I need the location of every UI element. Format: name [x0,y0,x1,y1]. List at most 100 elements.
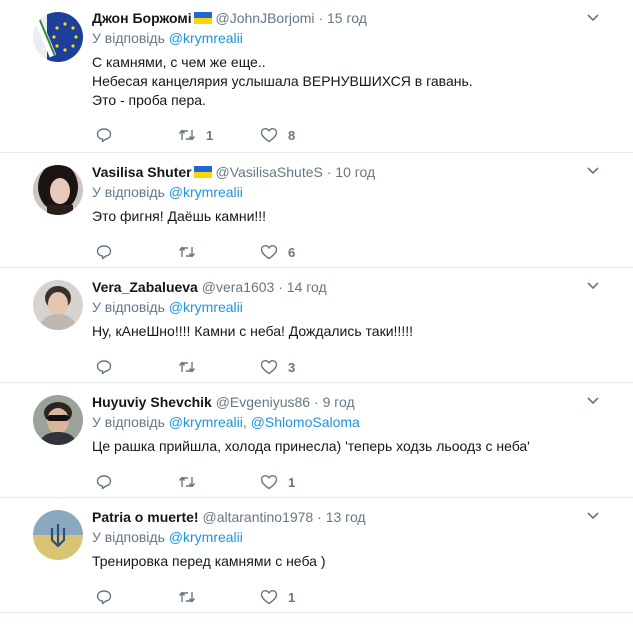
avatar[interactable] [33,395,83,445]
reply-context: У відповідь @krymrealii [92,299,243,315]
tweet-text: Это фигня! Даёшь камни!!! [92,208,267,224]
like-button[interactable]: 3 [260,359,342,375]
username[interactable]: @VasilisaShuteS [216,164,323,180]
retweet-button[interactable]: 1 [178,127,260,143]
tweet-content: Huyuviy Shevchik @Evgeniyus86 · 9 год У … [92,393,613,456]
tweet[interactable]: Джон Боржомі @JohnJBorjomi · 15 год У ві… [0,0,633,153]
reply-context: У відповідь @krymrealii, @ShlomoSaloma [92,414,360,430]
like-button[interactable]: 6 [260,244,342,260]
reply-context: У відповідь @krymrealii [92,30,243,46]
mention-link[interactable]: @krymrealii [169,299,243,315]
heart-icon [260,245,278,260]
display-name[interactable]: Huyuviy Shevchik [92,394,212,410]
like-button[interactable]: 8 [260,127,342,143]
retweet-icon [178,129,196,141]
tweet[interactable]: Vera_Zabalueva @vera1603 · 14 год У відп… [0,268,633,383]
reply-button[interactable] [96,474,178,490]
chevron-down-icon[interactable] [587,512,599,520]
tweet-text: Тренировка перед камнями с неба ) [92,553,326,569]
like-button[interactable]: 1 [260,589,342,605]
retweet-icon [178,591,196,603]
tweet-actions: 1 [96,474,342,490]
timestamp[interactable]: 15 год [327,10,367,26]
reply-icon [96,475,112,490]
avatar[interactable] [33,510,83,560]
heart-icon [260,127,278,143]
retweet-count: 1 [206,127,214,143]
timestamp[interactable]: 13 год [326,509,366,525]
chevron-down-icon[interactable] [587,167,599,175]
reply-icon [96,128,112,143]
timestamp[interactable]: 9 год [323,394,355,410]
reply-button[interactable] [96,589,178,605]
reply-button[interactable] [96,127,178,143]
avatar[interactable] [33,280,83,330]
tweet-content: Vasilisa Shuter @VasilisaShuteS · 10 год… [92,163,613,226]
avatar[interactable] [33,12,83,62]
username[interactable]: @Evgeniyus86 [216,394,310,410]
ukraine-flag-icon [193,166,212,178]
like-count: 6 [288,244,296,260]
tweet[interactable]: Vasilisa Shuter @VasilisaShuteS · 10 год… [0,153,633,268]
username[interactable]: @JohnJBorjomi [216,10,315,26]
mention-link[interactable]: @krymrealii [169,414,243,430]
retweet-icon [178,476,196,488]
reply-context: У відповідь @krymrealii [92,529,243,545]
tweet[interactable]: Huyuviy Shevchik @Evgeniyus86 · 9 год У … [0,383,633,498]
reply-icon [96,245,112,260]
retweet-button[interactable] [178,589,260,605]
reply-icon [96,360,112,375]
retweet-icon [178,246,196,258]
reply-button[interactable] [96,359,178,375]
like-button[interactable]: 1 [260,474,342,490]
tweet-header: Huyuviy Shevchik @Evgeniyus86 · 9 год [92,394,355,410]
mention-link[interactable]: @krymrealii [169,30,243,46]
like-count: 1 [288,589,296,605]
timestamp[interactable]: 14 год [287,279,327,295]
tweet[interactable]: Patria o muerte! @altarantino1978 · 13 г… [0,498,633,613]
timestamp[interactable]: 10 год [335,164,375,180]
tweet-text: Це рашка прийшла, холода принесла) 'тепе… [92,438,530,454]
heart-icon [260,360,278,375]
tweet-text: Ну, кАнеШно!!!! Камни с неба! Дождались … [92,323,413,339]
tweet-header: Vasilisa Shuter @VasilisaShuteS · 10 год [92,164,376,180]
tweet-header: Vera_Zabalueva @vera1603 · 14 год [92,279,327,295]
heart-icon [260,590,278,605]
mention-link[interactable]: @ShlomoSaloma [251,414,360,430]
like-count: 1 [288,474,296,490]
username[interactable]: @vera1603 [202,279,275,295]
retweet-icon [178,361,196,373]
retweet-button[interactable] [178,359,260,375]
tweet-header: Джон Боржомі @JohnJBorjomi · 15 год [92,10,367,26]
tweet-list: Джон Боржомі @JohnJBorjomi · 15 год У ві… [0,0,633,613]
username[interactable]: @altarantino1978 [202,509,313,525]
tweet-content: Джон Боржомі @JohnJBorjomi · 15 год У ві… [92,9,613,110]
tweet-content: Patria o muerte! @altarantino1978 · 13 г… [92,508,613,571]
tweet-actions: 1 [96,589,342,605]
display-name[interactable]: Джон Боржомі [92,10,192,26]
display-name[interactable]: Vasilisa Shuter [92,164,192,180]
like-count: 8 [288,127,296,143]
tweet-actions: 1 8 [96,127,342,143]
mention-link[interactable]: @krymrealii [169,529,243,545]
ukraine-flag-icon [193,12,212,24]
tweet-header: Patria o muerte! @altarantino1978 · 13 г… [92,509,366,525]
reply-icon [96,590,112,605]
chevron-down-icon[interactable] [587,397,599,405]
retweet-button[interactable] [178,244,260,260]
tweet-content: Vera_Zabalueva @vera1603 · 14 год У відп… [92,278,613,341]
reply-button[interactable] [96,244,178,260]
retweet-button[interactable] [178,474,260,490]
heart-icon [260,475,278,490]
chevron-down-icon[interactable] [587,14,599,22]
tweet-actions: 6 [96,244,342,260]
avatar[interactable] [33,165,83,215]
chevron-down-icon[interactable] [587,282,599,290]
tweet-actions: 3 [96,359,342,375]
display-name[interactable]: Vera_Zabalueva [92,279,198,295]
like-count: 3 [288,359,296,375]
reply-context: У відповідь @krymrealii [92,184,243,200]
display-name[interactable]: Patria o muerte! [92,509,199,525]
tweet-text: С камнями, с чем же еще.. Небесая канцел… [92,54,473,108]
mention-link[interactable]: @krymrealii [169,184,243,200]
